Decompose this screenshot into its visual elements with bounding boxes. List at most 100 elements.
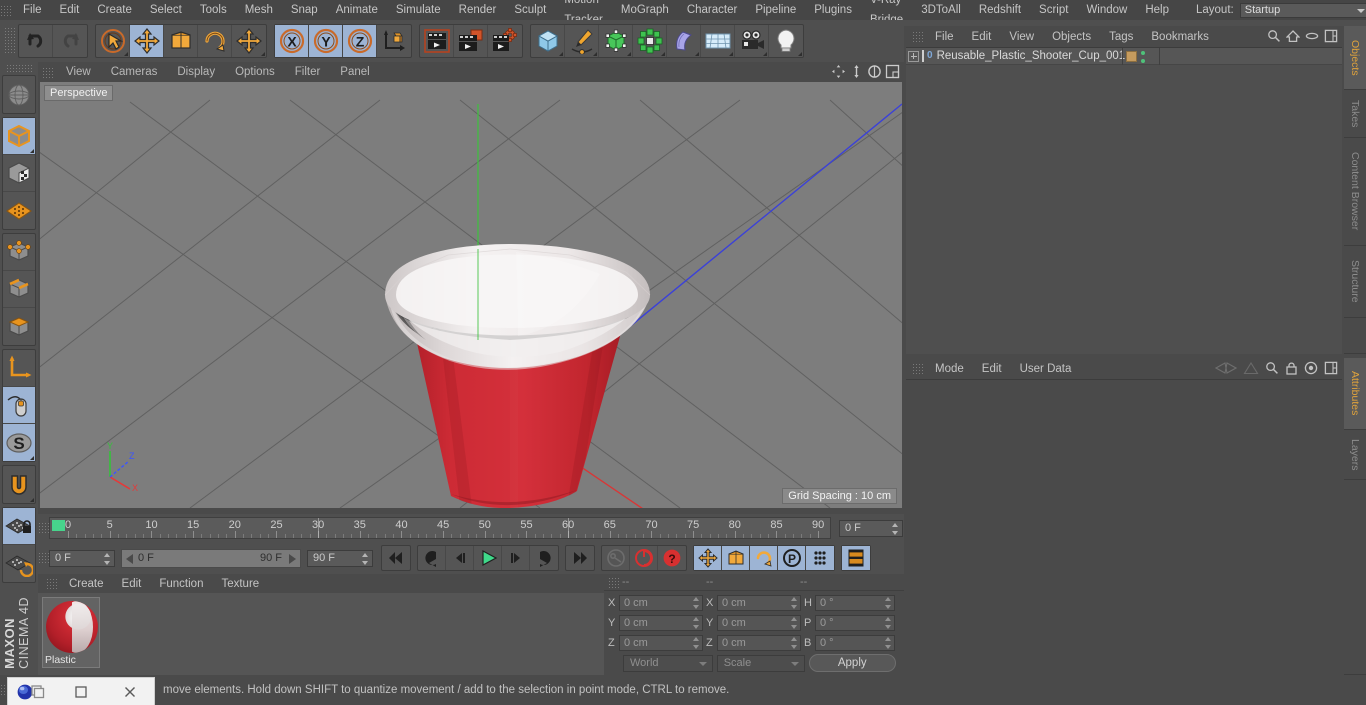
spinner-icon[interactable] (104, 552, 111, 565)
texture-mode-button[interactable] (3, 155, 35, 192)
lock-workplane-button[interactable] (3, 508, 35, 545)
search-icon[interactable] (1267, 29, 1281, 46)
spinner-icon[interactable] (885, 616, 892, 629)
menu-grip-icon[interactable] (0, 4, 11, 16)
position-key-button[interactable] (694, 546, 722, 570)
play-backwards-button[interactable] (418, 546, 446, 570)
scale-tool-button[interactable] (164, 25, 198, 57)
position-y-input[interactable]: 0 cm (619, 614, 703, 631)
timeline-view-button[interactable] (842, 546, 870, 570)
viewport-menu-cameras[interactable]: Cameras (101, 62, 168, 82)
menu-item-render[interactable]: Render (450, 0, 506, 20)
undo-view-button[interactable] (3, 76, 35, 113)
object-tree[interactable]: 0 Reusable_Plastic_Shooter_Cup_001 (906, 47, 1342, 354)
coordinate-mode-select[interactable]: Scale (716, 654, 805, 672)
add-mograph-button[interactable] (633, 25, 667, 57)
move-tool-button[interactable] (130, 25, 164, 57)
go-to-end-button[interactable] (566, 546, 594, 570)
attribute-content[interactable] (906, 379, 1342, 673)
spinner-icon[interactable] (362, 552, 369, 565)
preview-range-slider[interactable]: 0 F 90 F (121, 548, 301, 568)
polygons-mode-button[interactable] (3, 308, 35, 345)
lock-icon[interactable] (1285, 361, 1298, 378)
viewport-menu-filter[interactable]: Filter (285, 62, 331, 82)
add-spline-button[interactable] (565, 25, 599, 57)
render-settings-button[interactable] (488, 25, 522, 57)
menu-item-redshift[interactable]: Redshift (970, 0, 1030, 20)
layout-icon[interactable] (1324, 361, 1338, 378)
coordinate-system-select[interactable]: World (623, 654, 713, 672)
wing-icon[interactable] (1214, 361, 1238, 378)
attribute-menu-user-data[interactable]: User Data (1011, 359, 1081, 379)
size-y-input[interactable]: 0 cm (717, 614, 801, 631)
left-toolbar-grip-icon[interactable] (6, 64, 32, 72)
search-icon[interactable] (1265, 361, 1279, 378)
tab-structure[interactable]: Structure (1344, 246, 1366, 318)
rotation-p-input[interactable]: 0 ° (815, 614, 895, 631)
magnet-tool-button[interactable] (3, 466, 35, 503)
menu-item-select[interactable]: Select (141, 0, 191, 20)
tab-content-browser[interactable]: Content Browser (1344, 138, 1366, 246)
viewport-menu-panel[interactable]: Panel (330, 62, 379, 82)
visibility-dots-icon[interactable] (1141, 50, 1146, 63)
layout-select[interactable]: Startup (1239, 2, 1366, 18)
menu-item-help[interactable]: Help (1136, 0, 1178, 20)
expand-plus-icon[interactable] (908, 50, 919, 62)
menu-item-sculpt[interactable]: Sculpt (505, 0, 555, 20)
menu-item-pipeline[interactable]: Pipeline (746, 0, 805, 20)
object-tag-cell[interactable] (1122, 48, 1160, 65)
viewport-grip-icon[interactable] (42, 66, 53, 78)
apply-button[interactable]: Apply (808, 654, 896, 672)
live-selection-button[interactable] (96, 25, 130, 57)
object-menu-objects[interactable]: Objects (1043, 27, 1100, 47)
model-mode-button[interactable] (3, 118, 35, 155)
attribute-menu-mode[interactable]: Mode (926, 359, 973, 379)
move-extra-button[interactable] (232, 25, 266, 57)
lock-x-axis-button[interactable]: X (275, 25, 309, 57)
edges-mode-button[interactable] (3, 271, 35, 308)
add-camera-button[interactable] (735, 25, 769, 57)
render-view-button[interactable] (420, 25, 454, 57)
add-light-button[interactable] (769, 25, 803, 57)
undo-button[interactable] (19, 25, 53, 57)
rotation-h-input[interactable]: 0 ° (815, 594, 895, 611)
spinner-icon[interactable] (791, 616, 798, 629)
attribute-grip-icon[interactable] (912, 363, 923, 374)
points-mode-button[interactable] (3, 234, 35, 271)
add-cube-button[interactable] (531, 25, 565, 57)
spinner-icon[interactable] (885, 596, 892, 609)
tab-objects[interactable]: Objects (1344, 26, 1366, 90)
position-z-input[interactable]: 0 cm (619, 634, 703, 651)
spinner-icon[interactable] (791, 636, 798, 649)
perspective-viewport[interactable]: Perspective Grid Spacing : 10 cm Y X Z (40, 82, 902, 508)
object-manager-grip-icon[interactable] (912, 31, 923, 42)
object-menu-view[interactable]: View (1000, 27, 1043, 47)
spinner-icon[interactable] (693, 616, 700, 629)
close-icon[interactable] (105, 678, 154, 705)
material-menu-create[interactable]: Create (60, 574, 113, 594)
menu-item-character[interactable]: Character (678, 0, 747, 20)
material-item[interactable]: Plastic (42, 597, 100, 668)
menu-item-window[interactable]: Window (1077, 0, 1136, 20)
redo-button[interactable] (53, 25, 87, 57)
triangle-icon[interactable] (1243, 361, 1259, 378)
spinner-icon[interactable] (791, 596, 798, 609)
soft-selection-button[interactable]: S (3, 424, 35, 461)
timeline-playhead-marker[interactable] (52, 520, 65, 531)
lock-z-axis-button[interactable]: Z (343, 25, 377, 57)
object-menu-tags[interactable]: Tags (1100, 27, 1142, 47)
play-forward-button[interactable] (474, 546, 502, 570)
spinner-icon[interactable] (885, 636, 892, 649)
zoom-view-icon[interactable] (849, 64, 864, 82)
keyframe-selection-button[interactable]: ? (658, 546, 686, 570)
enable-snapping-button[interactable] (3, 387, 35, 424)
maximize-view-icon[interactable] (885, 64, 900, 82)
tab-attributes[interactable]: Attributes (1344, 358, 1366, 430)
menu-item-snap[interactable]: Snap (282, 0, 327, 20)
material-menu-texture[interactable]: Texture (212, 574, 268, 594)
material-menu-function[interactable]: Function (150, 574, 212, 594)
add-generator-button[interactable] (599, 25, 633, 57)
object-tree-row[interactable]: 0 Reusable_Plastic_Shooter_Cup_001 (906, 48, 1342, 65)
render-to-picture-viewer-button[interactable] (454, 25, 488, 57)
previous-key-button[interactable] (446, 546, 474, 570)
